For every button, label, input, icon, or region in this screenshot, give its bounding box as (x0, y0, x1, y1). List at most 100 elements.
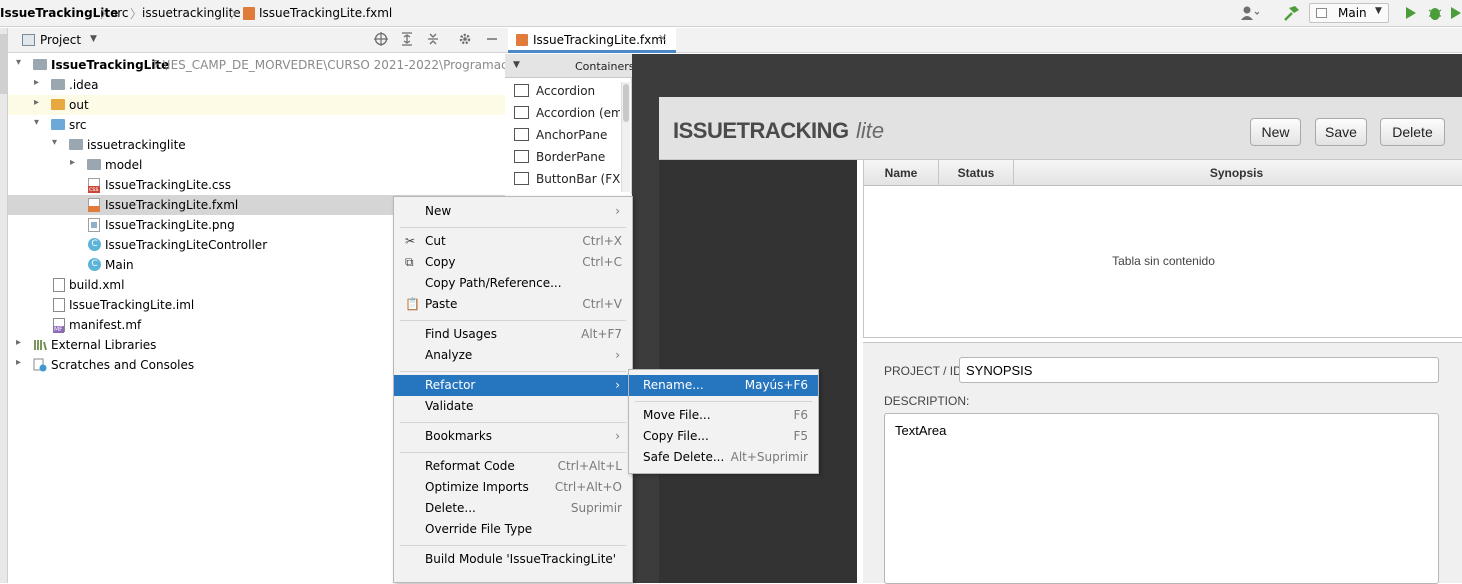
module-folder-icon (33, 59, 47, 70)
menu-item-delete[interactable]: Delete... Suprimir (394, 498, 632, 519)
collapse-all-icon[interactable] (425, 31, 441, 50)
tree-item-idea[interactable]: ▸ .idea (8, 75, 505, 95)
palette-item-anchorpane[interactable]: AnchorPane (505, 124, 620, 146)
menu-shortcut: Suprimir (570, 501, 622, 515)
menu-item-copy-file[interactable]: Copy File... F5 (629, 426, 818, 447)
chevron-down-icon[interactable]: ▾ (16, 57, 21, 68)
navigation-bar: IssueTrackingLite 〉 src 〉 issuetrackingl… (0, 0, 1462, 27)
tree-item-css[interactable]: css IssueTrackingLite.css (8, 175, 505, 195)
package-icon (87, 159, 101, 170)
menu-separator (400, 452, 626, 453)
accordion-icon (514, 106, 529, 119)
chevron-right-icon: › (615, 348, 620, 362)
chevron-right-icon[interactable]: ▸ (16, 357, 21, 368)
issues-table[interactable]: Name Status Synopsis Tabla sin contenido (863, 160, 1462, 338)
chevron-down-icon[interactable]: ▼ (513, 60, 520, 70)
palette-section-header[interactable]: ▼ Containers (505, 54, 635, 78)
menu-item-override-file-type[interactable]: Override File Type (394, 519, 632, 540)
breadcrumb-package[interactable]: issuetrackinglite (142, 6, 241, 20)
menu-label: Safe Delete... (643, 450, 725, 464)
scrollbar-thumb[interactable] (623, 84, 629, 122)
chevron-down-icon[interactable]: ▾ (34, 117, 39, 128)
debug-icon[interactable] (1426, 4, 1446, 22)
palette-item-borderpane[interactable]: BorderPane (505, 146, 620, 168)
tree-label-out: out (69, 98, 89, 112)
tree-item-root[interactable]: ▾ IssueTrackingLite F:\IES_CAMP_DE_MORVE… (8, 55, 545, 75)
gear-icon[interactable] (457, 31, 473, 50)
menu-item-validate[interactable]: Validate (394, 396, 632, 417)
close-icon[interactable]: ✕ (658, 32, 667, 45)
palette-item-accordion-empty[interactable]: Accordion (em (505, 102, 620, 124)
column-name[interactable]: Name (864, 160, 939, 186)
menu-label: Find Usages (425, 327, 498, 341)
palette-item-label: ButtonBar (FX8 (536, 172, 620, 186)
run-icon[interactable] (1401, 4, 1421, 22)
chevron-right-icon[interactable]: ▸ (34, 97, 39, 108)
expand-all-icon[interactable] (399, 31, 415, 50)
breadcrumb-file[interactable]: IssueTrackingLite.fxml (259, 6, 392, 20)
scissors-icon: ✂ (405, 234, 416, 248)
tree-item-src[interactable]: ▾ src (8, 115, 505, 135)
new-button[interactable]: New (1250, 118, 1301, 146)
tree-item-model[interactable]: ▸ model (8, 155, 505, 175)
chevron-right-icon: 〉 (130, 7, 143, 21)
project-stripe-button[interactable] (0, 34, 7, 94)
menu-item-build-module[interactable]: Build Module 'IssueTrackingLite' (394, 549, 632, 570)
project-panel-title[interactable]: Project (40, 33, 81, 47)
menu-shortcut: Alt+F7 (581, 327, 622, 341)
menu-item-paste[interactable]: 📋 Paste Ctrl+V (394, 294, 632, 315)
tree-item-package[interactable]: ▾ issuetrackinglite (8, 135, 505, 155)
build-hammer-icon[interactable] (1281, 4, 1301, 22)
run-config-select[interactable]: Main ▼ (1309, 3, 1389, 23)
menu-item-refactor[interactable]: Refactor › (394, 375, 632, 396)
chevron-down-icon[interactable]: ▼ (90, 34, 97, 44)
column-status[interactable]: Status (939, 160, 1014, 186)
save-button[interactable]: Save (1315, 118, 1367, 146)
synopsis-value: SYNOPSIS (966, 363, 1033, 378)
breadcrumb-src[interactable]: src (111, 6, 129, 20)
menu-label: Override File Type (425, 522, 533, 536)
menu-item-cut[interactable]: ✂ Cut Ctrl+X (394, 231, 632, 252)
description-textarea[interactable]: TextArea (884, 413, 1439, 584)
chevron-right-icon[interactable]: ▸ (34, 77, 39, 88)
chevron-down-icon[interactable]: ▾ (52, 137, 57, 148)
menu-separator (400, 545, 626, 546)
menu-item-reformat[interactable]: Reformat Code Ctrl+Alt+L (394, 456, 632, 477)
column-synopsis[interactable]: Synopsis (1014, 160, 1459, 186)
locate-icon[interactable] (373, 31, 389, 50)
tree-item-out[interactable]: ▸ out (8, 95, 505, 115)
menu-item-new[interactable]: New › (394, 201, 632, 222)
tree-label-root: IssueTrackingLite (51, 58, 170, 72)
menu-item-bookmarks[interactable]: Bookmarks › (394, 426, 632, 447)
menu-item-safe-delete[interactable]: Safe Delete... Alt+Suprimir (629, 447, 818, 468)
menu-label: New (425, 204, 452, 218)
menu-separator (635, 401, 812, 402)
user-icon[interactable] (1239, 4, 1260, 22)
menu-item-copy-path[interactable]: Copy Path/Reference... (394, 273, 632, 294)
css-file-icon: css (88, 178, 100, 193)
accordion-icon (514, 84, 529, 97)
app-logo-bold: ISSUETRACKING (673, 118, 849, 143)
menu-item-copy[interactable]: ⧉ Copy Ctrl+C (394, 252, 632, 273)
app-logo-light: lite (856, 118, 885, 143)
context-menu: New › ✂ Cut Ctrl+X ⧉ Copy Ctrl+C Copy Path/Re… (393, 196, 633, 583)
palette-scrollbar[interactable] (621, 82, 630, 192)
menu-label: Optimize Imports (425, 480, 529, 494)
chevron-right-icon: › (615, 378, 620, 392)
menu-item-rename[interactable]: Rename... Mayús+F6 (629, 375, 818, 396)
chevron-right-icon[interactable]: ▸ (70, 157, 75, 168)
palette-item-buttonbar[interactable]: ButtonBar (FX8 (505, 168, 620, 190)
delete-button[interactable]: Delete (1380, 118, 1445, 146)
minimize-icon[interactable] (484, 31, 500, 50)
chevron-right-icon[interactable]: ▸ (16, 337, 21, 348)
menu-item-analyze[interactable]: Analyze › (394, 345, 632, 366)
tab-fxml[interactable]: IssueTrackingLite.fxml ✕ (508, 28, 676, 53)
palette-item-accordion[interactable]: Accordion (505, 80, 620, 102)
synopsis-field[interactable]: SYNOPSIS (959, 357, 1439, 383)
details-pane: PROJECT / ID SYNOPSIS DESCRIPTION: TextA… (863, 342, 1462, 584)
palette-item-label: AnchorPane (536, 128, 608, 142)
menu-item-move-file[interactable]: Move File... F6 (629, 405, 818, 426)
coverage-icon[interactable] (1450, 4, 1462, 22)
menu-item-find-usages[interactable]: Find Usages Alt+F7 (394, 324, 632, 345)
menu-item-optimize-imports[interactable]: Optimize Imports Ctrl+Alt+O (394, 477, 632, 498)
